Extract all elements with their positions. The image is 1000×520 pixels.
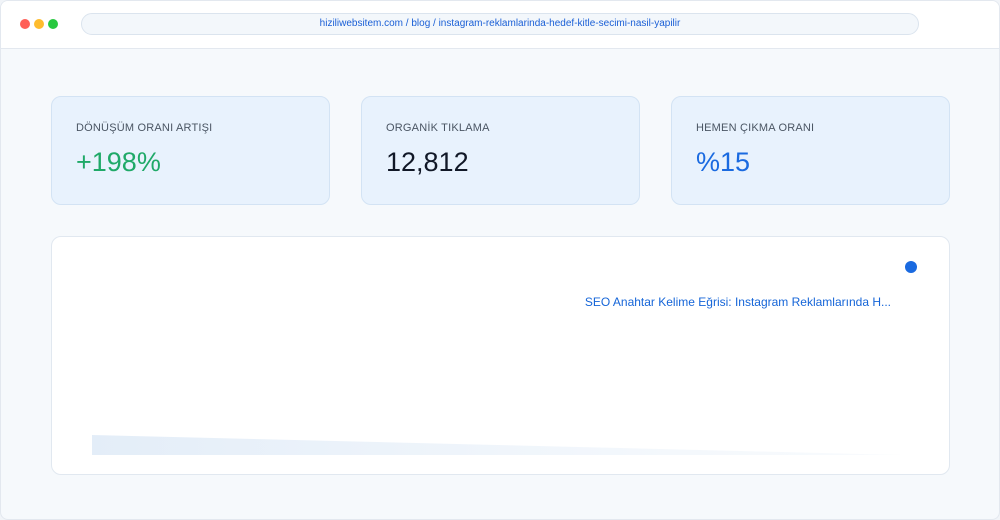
browser-titlebar: hiziliwebsitem.com / blog / instagram-re… [1, 1, 999, 49]
stat-label: ORGANİK TIKLAMA [386, 122, 490, 134]
stat-value: 12,812 [386, 147, 469, 177]
minimize-window-button[interactable] [34, 19, 44, 29]
chart-area-series [92, 435, 902, 455]
stat-label: DÖNÜŞÜM ORANI ARTIŞI [76, 122, 213, 134]
address-bar-url: hiziliwebsitem.com / blog / instagram-re… [319, 18, 681, 29]
chart-plot [92, 435, 902, 455]
stat-card-bounce-rate: HEMEN ÇIKMA ORANI %15 [671, 96, 950, 205]
stat-value: %15 [696, 147, 751, 177]
maximize-window-button[interactable] [48, 19, 58, 29]
stat-value: +198% [76, 147, 161, 177]
browser-window: hiziliwebsitem.com / blog / instagram-re… [0, 0, 1000, 520]
close-window-button[interactable] [20, 19, 30, 29]
address-bar[interactable]: hiziliwebsitem.com / blog / instagram-re… [81, 13, 919, 35]
stat-card-organic-clicks: ORGANİK TIKLAMA 12,812 [361, 96, 640, 205]
stat-label: HEMEN ÇIKMA ORANI [696, 122, 815, 134]
stat-card-conversion-rate: DÖNÜŞÜM ORANI ARTIŞI +198% [51, 96, 330, 205]
seo-keyword-chart-panel: SEO Anahtar Kelime Eğrisi: Instagram Rek… [51, 236, 950, 475]
